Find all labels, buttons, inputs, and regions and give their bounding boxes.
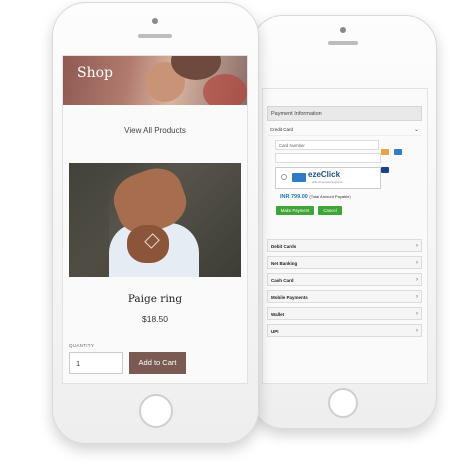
method-net-banking[interactable]: Net Banking › — [267, 256, 422, 269]
front-camera — [152, 18, 158, 24]
method-upi[interactable]: UPI › — [267, 324, 422, 337]
amount-note: (Total Amount Payable) — [309, 194, 351, 199]
page-title: Shop — [77, 65, 113, 81]
method-mobile-payments[interactable]: Mobile Payments › — [267, 290, 422, 303]
payment-screen: Payment Information Credit Card ⌄ Card N… — [262, 88, 428, 384]
ezeclick-option[interactable]: ezeClick with American Express — [275, 167, 381, 189]
mastercard-icon — [381, 149, 389, 155]
payment-header: Payment Information — [267, 106, 422, 121]
hero-cloth — [203, 74, 247, 105]
method-cash-card[interactable]: Cash Card › — [267, 273, 422, 286]
card-logos — [381, 142, 411, 173]
product-image-shadow — [69, 163, 109, 277]
card-number-field[interactable]: Card Number — [275, 140, 379, 150]
ezeclick-radio[interactable] — [281, 174, 287, 180]
ezeclick-subtext: with American Express — [312, 180, 343, 184]
amex-icon — [394, 149, 403, 155]
product-image[interactable] — [69, 163, 241, 277]
card-extra-field[interactable] — [275, 153, 381, 163]
speaker-grille — [138, 34, 172, 38]
chevron-right-icon: › — [416, 243, 418, 249]
visa-icon — [381, 167, 389, 173]
chevron-right-icon: › — [416, 260, 418, 266]
chevron-right-icon: › — [416, 311, 418, 317]
home-button[interactable] — [139, 394, 173, 428]
shop-phone: Shop View All Products Paige ring $18.50… — [52, 2, 259, 444]
quantity-label: QUANTITY — [69, 343, 95, 348]
shop-screen: Shop View All Products Paige ring $18.50… — [62, 55, 248, 384]
speaker-grille — [328, 41, 358, 45]
credit-card-toggle[interactable]: Credit Card ⌄ — [267, 124, 422, 136]
method-label: Debit Cards — [271, 244, 297, 249]
payment-phone: Payment Information Credit Card ⌄ Card N… — [251, 15, 437, 429]
credit-card-label: Credit Card — [270, 127, 294, 132]
ezeclick-logo-text: ezeClick — [308, 170, 341, 179]
method-label: UPI — [271, 329, 279, 334]
card-number-placeholder: Card Number — [279, 143, 305, 148]
chevron-right-icon: › — [416, 277, 418, 283]
method-label: Cash Card — [271, 278, 294, 283]
chevron-down-icon: ⌄ — [413, 127, 419, 133]
amount-value: INR 799.00 — [280, 194, 308, 200]
method-label: Wallet — [271, 312, 285, 317]
home-button[interactable] — [328, 388, 358, 418]
method-label: Mobile Payments — [271, 295, 308, 300]
amex-icon — [292, 173, 306, 182]
chevron-right-icon: › — [416, 328, 418, 334]
add-to-cart-button[interactable]: Add to Cart — [129, 352, 186, 374]
method-label: Net Banking — [271, 261, 298, 266]
make-payment-button[interactable]: Make Payment — [276, 206, 314, 215]
method-debit-cards[interactable]: Debit Cards › — [267, 239, 422, 252]
shop-hero-banner: Shop — [63, 56, 247, 105]
cancel-button[interactable]: Cancel — [318, 206, 342, 215]
chevron-right-icon: › — [416, 294, 418, 300]
amount-payable: INR 799.00 (Total Amount Payable) — [280, 194, 351, 200]
view-all-products-link[interactable]: View All Products — [63, 126, 247, 135]
product-price: $18.50 — [142, 314, 168, 324]
product-name: Paige ring — [127, 293, 183, 305]
method-wallet[interactable]: Wallet › — [267, 307, 422, 320]
front-camera — [340, 27, 346, 33]
quantity-input[interactable]: 1 — [69, 352, 123, 374]
